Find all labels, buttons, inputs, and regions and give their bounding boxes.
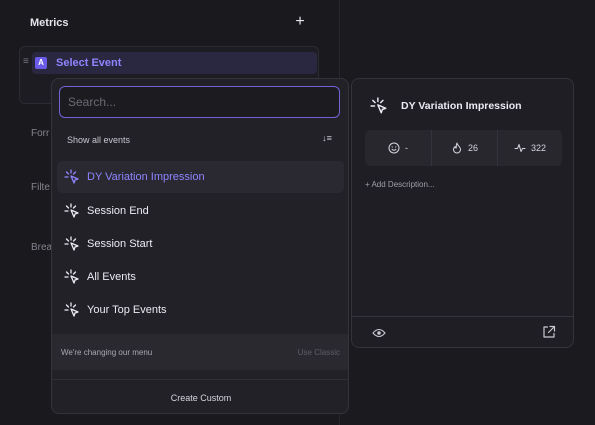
stat-trending: 26 bbox=[431, 130, 497, 166]
metric-letter-badge: A bbox=[35, 57, 47, 69]
event-item-label: Your Top Events bbox=[87, 304, 167, 316]
formula-label: Forr bbox=[31, 128, 50, 139]
breakdown-label: Brea bbox=[31, 242, 53, 253]
flame-icon bbox=[452, 142, 461, 154]
stat-sentiment: - bbox=[365, 130, 431, 166]
stat-volume: 322 bbox=[497, 130, 562, 166]
stat-value: - bbox=[405, 143, 408, 153]
create-custom-button[interactable]: Create Custom bbox=[52, 379, 348, 413]
event-item-label: Session Start bbox=[87, 238, 153, 250]
menu-change-text: We're changing our menu bbox=[61, 348, 153, 357]
event-dropdown: Show all events ↓≡ DY Variation Impressi… bbox=[51, 78, 349, 414]
use-classic-link[interactable]: Use Classic bbox=[298, 348, 340, 357]
sparkle-cursor-icon bbox=[64, 236, 79, 251]
event-item-session-end[interactable]: Session End bbox=[57, 195, 344, 227]
stat-value: 26 bbox=[467, 143, 478, 153]
event-item-session-start[interactable]: Session Start bbox=[57, 228, 344, 260]
search-input[interactable] bbox=[59, 86, 340, 118]
sparkle-cursor-icon bbox=[64, 302, 79, 317]
add-description-link[interactable]: + Add Description... bbox=[365, 180, 435, 189]
sort-icon[interactable]: ↓≡ bbox=[320, 131, 334, 145]
event-item-label: DY Variation Impression bbox=[87, 171, 205, 183]
event-item-your-top-events[interactable]: Your Top Events bbox=[57, 294, 344, 326]
pulse-icon bbox=[514, 144, 526, 152]
sparkle-cursor-icon bbox=[370, 97, 387, 114]
detail-divider bbox=[352, 316, 573, 317]
event-item-label: Session End bbox=[87, 205, 149, 217]
event-item-label: All Events bbox=[87, 271, 136, 283]
stat-value: 322 bbox=[530, 143, 547, 153]
show-all-events-filter[interactable]: Show all events bbox=[67, 135, 130, 145]
event-item-all-events[interactable]: All Events bbox=[57, 261, 344, 293]
sparkle-cursor-icon bbox=[64, 169, 79, 184]
smiley-icon bbox=[388, 142, 400, 154]
event-item-dy-variation-impression[interactable]: DY Variation Impression bbox=[57, 161, 344, 193]
event-stats: - 26 322 bbox=[365, 130, 562, 166]
filter-label: Filte bbox=[31, 182, 50, 193]
add-metric-button[interactable]: + bbox=[292, 13, 308, 31]
eye-icon[interactable] bbox=[372, 326, 386, 340]
external-link-icon[interactable] bbox=[542, 325, 556, 339]
metrics-title: Metrics bbox=[30, 17, 69, 29]
detail-title: DY Variation Impression bbox=[401, 100, 522, 112]
drag-handle-icon[interactable]: ≡ bbox=[23, 56, 29, 68]
event-detail-card: DY Variation Impression - 26 322 + Add D… bbox=[351, 78, 574, 348]
menu-change-banner: We're changing our menu Use Classic bbox=[52, 334, 348, 370]
sparkle-cursor-icon bbox=[64, 269, 79, 284]
sparkle-cursor-icon bbox=[64, 203, 79, 218]
select-event-label[interactable]: Select Event bbox=[56, 56, 121, 70]
